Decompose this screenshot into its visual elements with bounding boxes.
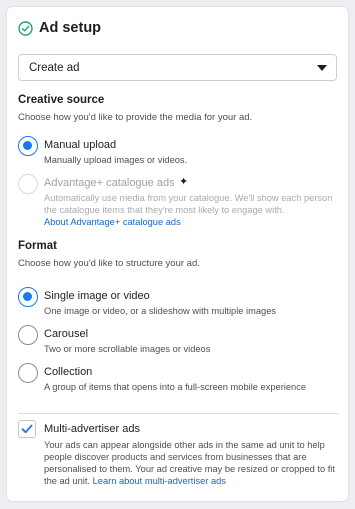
advantage-catalogue-label: Advantage+ catalogue ads bbox=[44, 177, 175, 189]
single-image-label: Single image or video bbox=[44, 290, 150, 302]
ad-type-select[interactable]: Create ad bbox=[18, 54, 337, 81]
check-circle-icon bbox=[18, 20, 33, 36]
advantage-catalogue-description: Automatically use media from your catalo… bbox=[44, 193, 333, 215]
advantage-catalogue-radio bbox=[18, 174, 38, 194]
collection-label: Collection bbox=[44, 366, 93, 378]
page-title: Ad setup bbox=[39, 20, 102, 36]
learn-multi-advertiser-link[interactable]: Learn about multi-advertiser ads bbox=[93, 476, 226, 486]
ad-setup-card: Ad setup Create ad Creative source Choos… bbox=[6, 6, 349, 502]
advantage-catalogue-option: Advantage+ catalogue ads ✦ Automatically… bbox=[18, 174, 338, 230]
single-image-radio[interactable] bbox=[18, 287, 38, 307]
format-title: Format bbox=[18, 240, 57, 252]
ad-type-select-value: Create ad bbox=[29, 61, 80, 74]
divider bbox=[18, 413, 338, 414]
single-image-option[interactable]: Single image or video One image or video… bbox=[18, 287, 338, 317]
collection-radio[interactable] bbox=[18, 363, 38, 383]
caret-down-icon bbox=[317, 65, 327, 71]
format-description: Choose how you'd like to structure your … bbox=[18, 258, 200, 269]
carousel-label: Carousel bbox=[44, 328, 89, 340]
carousel-option[interactable]: Carousel Two or more scrollable images o… bbox=[18, 325, 338, 355]
manual-upload-radio[interactable] bbox=[18, 136, 38, 156]
single-image-description: One image or video, or a slideshow with … bbox=[44, 306, 277, 316]
sparkle-icon: ✦ bbox=[179, 176, 189, 188]
multi-advertiser-description: Your ads can appear alongside other ads … bbox=[44, 439, 342, 487]
creative-source-title: Creative source bbox=[18, 94, 105, 106]
about-advantage-catalogue-link[interactable]: About Advantage+ catalogue ads bbox=[44, 216, 344, 228]
collection-description: A group of items that opens into a full-… bbox=[44, 382, 307, 392]
creative-source-description: Choose how you'd like to provide the med… bbox=[18, 112, 253, 123]
ad-setup-header: Ad setup bbox=[18, 20, 101, 36]
carousel-radio[interactable] bbox=[18, 325, 38, 345]
multi-advertiser-label: Multi-advertiser ads bbox=[44, 423, 140, 435]
manual-upload-option[interactable]: Manual upload Manually upload images or … bbox=[18, 136, 338, 166]
multi-advertiser-checkbox[interactable] bbox=[18, 420, 36, 438]
multi-advertiser-option[interactable]: Multi-advertiser ads Your ads can appear… bbox=[18, 420, 338, 500]
manual-upload-description: Manually upload images or videos. bbox=[44, 155, 188, 165]
collection-option[interactable]: Collection A group of items that opens i… bbox=[18, 363, 338, 393]
manual-upload-label: Manual upload bbox=[44, 139, 117, 151]
carousel-description: Two or more scrollable images or videos bbox=[44, 344, 211, 354]
checkmark-icon bbox=[21, 424, 33, 434]
